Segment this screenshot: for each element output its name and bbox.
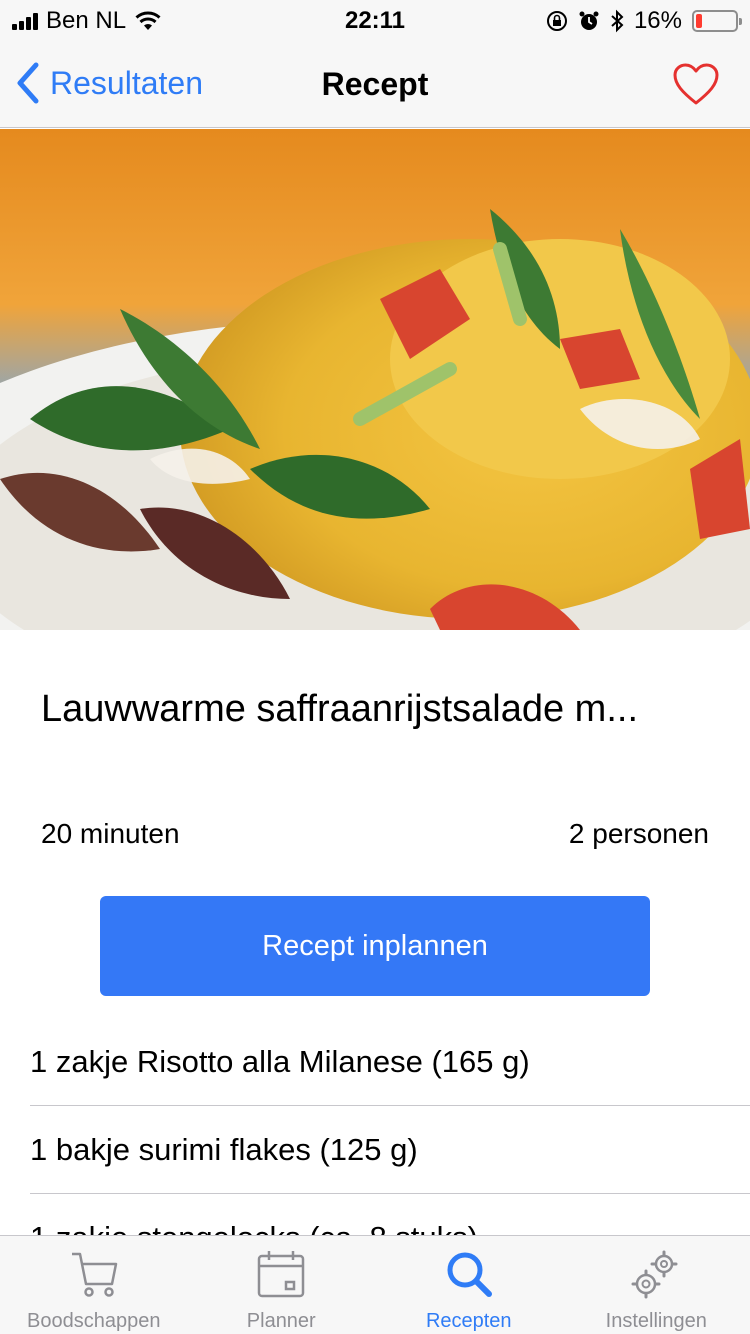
- tab-label: Instellingen: [605, 1310, 707, 1332]
- ingredient-item[interactable]: 1 zakje stengelocks (ca. 8 stuks): [30, 1194, 750, 1236]
- gears-icon: [631, 1250, 678, 1299]
- tab-bar: Boodschappen Planner Recepten Instelling…: [0, 1235, 750, 1334]
- plan-recipe-button[interactable]: Recept inplannen: [100, 896, 650, 996]
- recipe-duration: 20 minuten: [41, 818, 180, 849]
- alarm-icon: [579, 11, 599, 30]
- ingredient-list: 1 zakje Risotto alla Milanese (165 g) 1 …: [30, 1018, 750, 1236]
- tab-boodschappen[interactable]: Boodschappen: [0, 1236, 188, 1334]
- recipe-photo: [0, 129, 750, 630]
- tab-recepten[interactable]: Recepten: [375, 1236, 563, 1334]
- favorite-button[interactable]: [672, 62, 720, 111]
- tab-instellingen[interactable]: Instellingen: [563, 1236, 750, 1334]
- bluetooth-icon: [611, 9, 624, 33]
- page-title: Recept: [321, 66, 429, 102]
- tab-label: Planner: [246, 1310, 316, 1332]
- calendar-icon: [258, 1251, 305, 1298]
- recipe-photo-illustration: [0, 129, 750, 630]
- tab-label: Boodschappen: [27, 1310, 161, 1332]
- heart-icon: [673, 63, 719, 105]
- battery-icon: [692, 10, 742, 32]
- tab-planner[interactable]: Planner: [188, 1236, 376, 1334]
- status-right: 16%: [546, 7, 742, 35]
- ingredient-item[interactable]: 1 zakje Risotto alla Milanese (165 g): [30, 1018, 750, 1106]
- recipe-servings: 2 personen: [568, 818, 709, 849]
- search-icon: [447, 1252, 492, 1297]
- recipe-title: Lauwwarme saffraanrijstsalade m...: [41, 688, 638, 730]
- navigation-bar: Resultaten Recept: [0, 40, 750, 128]
- rotation-lock-icon: [546, 11, 567, 31]
- ingredient-item[interactable]: 1 bakje surimi flakes (125 g): [30, 1106, 750, 1194]
- battery-percent: 16%: [633, 7, 682, 34]
- tab-label: Recepten: [425, 1310, 512, 1332]
- battery-level: [696, 14, 703, 28]
- cart-icon: [71, 1252, 117, 1297]
- status-bar: Ben NL 22:11 16%: [0, 0, 750, 40]
